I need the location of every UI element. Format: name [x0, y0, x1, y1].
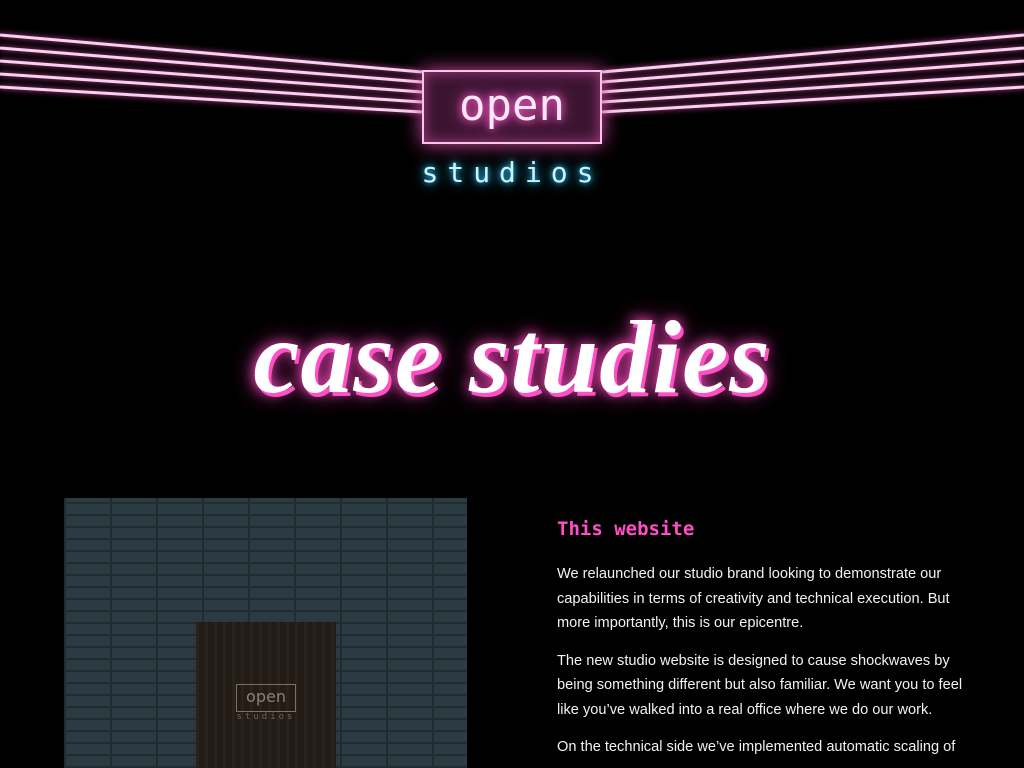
door-sign-subtext: studios — [236, 712, 296, 722]
logo-link[interactable]: open — [422, 70, 602, 144]
paragraph: We relaunched our studio brand looking t… — [557, 566, 950, 631]
paragraph: On the technical side we’ve implemented … — [557, 739, 956, 755]
case-study-text: This website We relaunched our studio br… — [557, 518, 967, 768]
door-image: open studios — [196, 622, 336, 768]
case-study-image[interactable]: open studios — [64, 498, 467, 768]
case-study-heading: This website — [557, 518, 695, 540]
logo-studios-text: studios — [421, 156, 603, 189]
door-sign: open — [236, 684, 296, 712]
paragraph: The new studio website is designed to ca… — [557, 652, 963, 718]
page-title: case studies — [253, 300, 771, 415]
logo-open-text: open — [459, 79, 565, 131]
